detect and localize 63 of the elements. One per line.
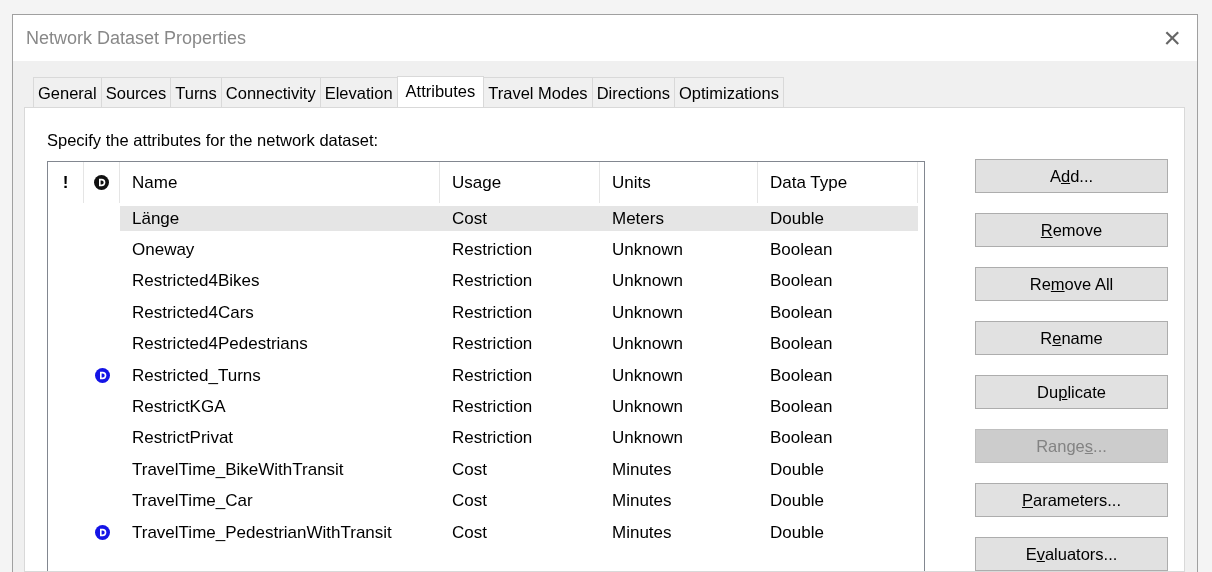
table-cell-text: Minutes [611,521,673,544]
column-header[interactable]: Units [600,161,758,203]
table-cell-text: TravelTime_BikeWithTransit [131,458,345,481]
table-cell-text: Boolean [769,301,834,324]
default-column-icon [94,174,109,190]
table-cell-text: Boolean [769,427,834,450]
table-cell-text: Restriction [451,427,534,450]
table-cell-text: Unknown [611,427,684,450]
table-cell-text: TravelTime_Car [131,490,254,513]
close-button[interactable]: × [1159,23,1185,53]
table-cell-text: Unknown [611,364,684,387]
table-cell-text: RestrictKGA [131,396,227,419]
table-cell-text: Cost [451,490,488,513]
tab[interactable]: Attributes [396,76,485,107]
table-cell-text: TravelTime_PedestrianWithTransit [131,521,393,544]
table-cell: Double [758,205,918,232]
table-cell-text: Unknown [611,301,684,324]
tab[interactable]: Optimizations [674,77,784,107]
table-cell-text: RestrictPrivat [131,427,235,450]
tab[interactable]: General [33,77,102,107]
table-cell-text: Restriction [451,396,534,419]
table-cell-text: Restricted_Turns [131,364,262,387]
action-button[interactable]: Parameters... [975,483,1168,517]
table-cell-text: Boolean [769,270,834,293]
column-header[interactable]: Data Type [758,161,918,203]
error-column-header[interactable]: ! [62,169,69,195]
table-cell-text: Restricted4Bikes [131,270,261,293]
table-cell-text: Unknown [611,333,684,356]
action-button[interactable]: Rename [975,321,1168,355]
table-cell-text: Unknown [611,239,684,262]
table-cell-text: Restricted4Cars [131,301,255,324]
table-cell-text: Boolean [769,396,834,419]
table-cell: Länge [120,205,440,232]
table-cell-text: Restriction [451,301,534,324]
table-cell: Cost [440,205,600,232]
table-cell-text: Boolean [769,333,834,356]
table-cell-text: Restricted4Pedestrians [131,333,309,356]
window-title: Network Dataset Properties [26,26,247,50]
column-header[interactable]: Name [120,161,440,203]
table-cell-text: Restriction [451,270,534,293]
table-cell-text: Restriction [451,333,534,356]
table-cell-text: Restriction [451,364,534,387]
table-cell-text: Oneway [131,239,196,262]
table-cell-text: Boolean [769,364,834,387]
action-button[interactable]: Add... [975,159,1168,193]
table-cell-text: Unknown [611,396,684,419]
table-cell-text: Double [769,458,825,481]
table-cell-text: Cost [451,521,488,544]
action-button[interactable]: Remove [975,213,1168,247]
instruction-label: Specify the attributes for the network dataset: [47,130,380,151]
column-header[interactable]: Usage [440,161,600,203]
table-cell-text: Unknown [611,270,684,293]
table-cell-text: Double [769,521,825,544]
action-button[interactable]: Remove All [975,267,1168,301]
table-cell-text: Restriction [451,239,534,262]
table-cell-text: Boolean [769,239,834,262]
action-button[interactable]: Duplicate [975,375,1168,409]
table-cell-text: Cost [451,458,488,481]
table-cell-text: Minutes [611,458,673,481]
table-cell-text: Double [769,490,825,513]
action-button[interactable]: Evaluators... [975,537,1168,571]
table-cell: Meters [600,205,758,232]
table-cell-text: Minutes [611,490,673,513]
